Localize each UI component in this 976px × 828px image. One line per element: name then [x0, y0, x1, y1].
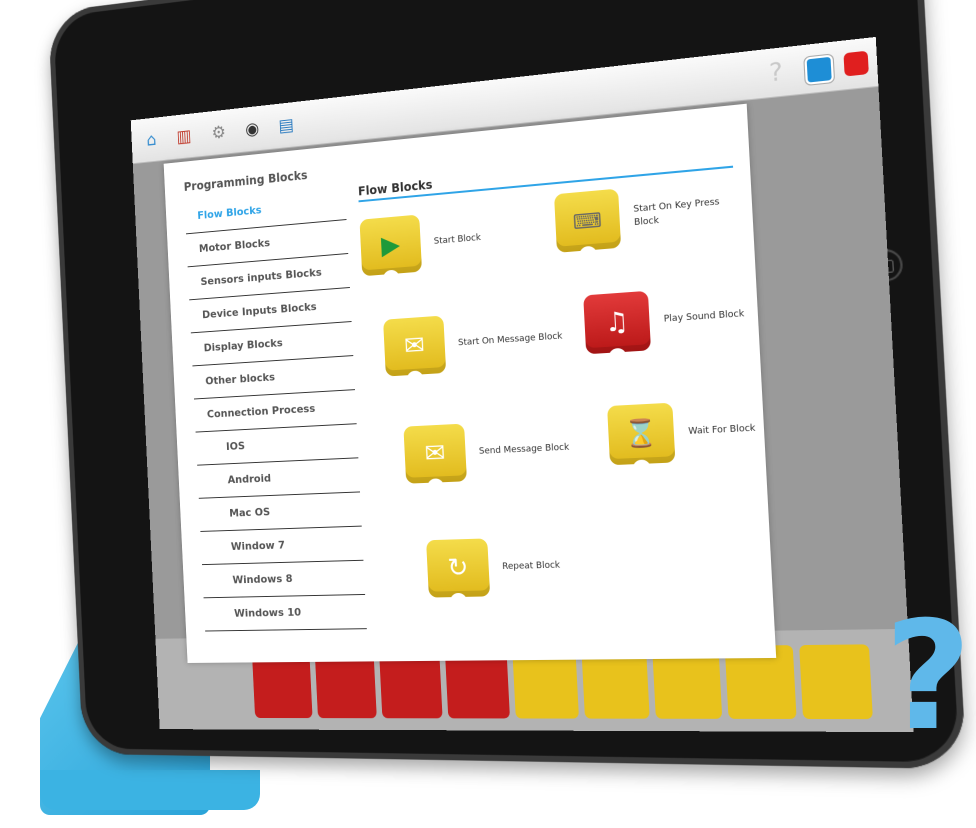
nav-title: Programming Blocks: [183, 168, 307, 193]
envelope-icon: ✉: [403, 424, 467, 484]
tablet: ⌂ ▥ ⚙ ◉ ▤ ? Programming Blocks Flow Bloc…: [0, 0, 976, 828]
block-repeat[interactable]: ↻ Repeat Block: [426, 535, 613, 598]
play-icon: ▶: [359, 214, 422, 276]
home-icon[interactable]: ⌂: [138, 124, 165, 155]
key-icon: ⌨: [554, 189, 621, 253]
nav-item-mac-os[interactable]: Mac OS: [199, 492, 362, 531]
red-square-icon[interactable]: [843, 51, 868, 77]
help-icon[interactable]: ?: [759, 55, 793, 90]
tablet-screen: ⌂ ▥ ⚙ ◉ ▤ ? Programming Blocks Flow Bloc…: [131, 37, 914, 732]
blue-square-icon[interactable]: [804, 54, 834, 84]
envelope-open-icon: ✉: [383, 316, 446, 377]
block-play-sound[interactable]: ♫ Play Sound Block: [583, 281, 781, 354]
books-icon[interactable]: ▥: [170, 121, 197, 152]
nav-item-window-7[interactable]: Window 7: [200, 527, 363, 566]
block-label: Repeat Block: [502, 558, 612, 574]
nav-item-windows-8[interactable]: Windows 8: [202, 561, 365, 599]
block-label: Start On Key Press Block: [633, 194, 749, 231]
block-send-message[interactable]: ✉ Send Message Block: [403, 417, 588, 483]
block-wait-for[interactable]: ⌛ Wait For Block: [607, 396, 806, 465]
camera-icon[interactable]: ◉: [238, 113, 266, 144]
block-label: Play Sound Block: [663, 305, 779, 326]
repeat-icon: ↻: [426, 538, 490, 597]
block-label: Wait For Block: [688, 419, 805, 438]
block-label: Start Block: [434, 226, 541, 248]
program-block[interactable]: [799, 644, 873, 719]
hourglass-icon: ⌛: [607, 403, 675, 466]
block-start-on-message[interactable]: ✉ Start On Message Block: [383, 307, 567, 377]
block-label: Start On Message Block: [458, 330, 566, 350]
block-start[interactable]: ▶ Start Block: [359, 204, 541, 276]
gear-icon[interactable]: ⚙: [205, 117, 233, 148]
block-label: Send Message Block: [479, 440, 588, 458]
help-panel: Programming Blocks Flow Blocks Motor Blo…: [164, 104, 777, 663]
block-start-on-key-press[interactable]: ⌨ Start On Key Press Block: [554, 177, 750, 253]
help-nav: Flow Blocks Motor Blocks Sensors inputs …: [184, 186, 366, 631]
big-question-mark-icon: ?: [880, 602, 976, 752]
nav-item-windows-10[interactable]: Windows 10: [204, 595, 367, 632]
notes-icon[interactable]: ▤: [272, 109, 300, 141]
music-note-icon: ♫: [583, 291, 651, 354]
